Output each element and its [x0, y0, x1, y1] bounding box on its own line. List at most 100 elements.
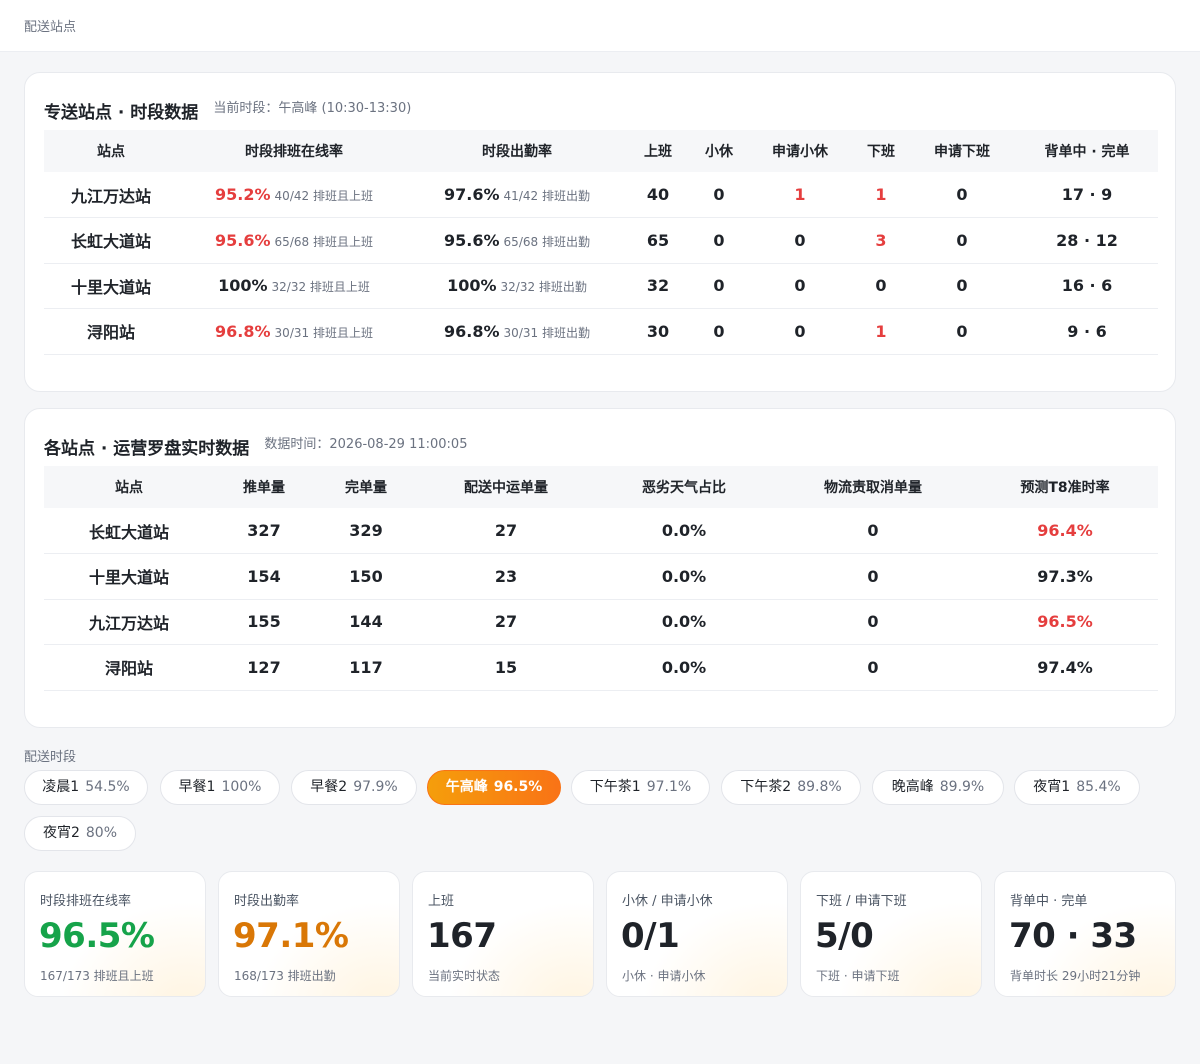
- stat-label: 小休 / 申请小休: [622, 894, 713, 909]
- stat-label: 背单中 · 完单: [1010, 894, 1088, 909]
- push-count: 154: [214, 553, 314, 600]
- online-rate: 95.6%: [215, 230, 271, 250]
- attendance-rate: 96.8%: [444, 321, 500, 341]
- period-rate: 80%: [85, 825, 118, 841]
- period-rate: 96.5%: [493, 779, 543, 795]
- online-detail: 40/42 排班且上班: [274, 189, 373, 203]
- stat-foot: 下班 · 申请下班: [816, 969, 900, 983]
- period-pill[interactable]: 早餐1 100%: [160, 770, 280, 805]
- stat-card-onduty: 上班 167 当前实时状态: [412, 871, 594, 997]
- period-name: 夜宵1: [1033, 779, 1071, 795]
- period-name: 晚高峰: [891, 779, 934, 795]
- table-row: 十里大道站 100% 32/32 排班且上班 100% 32/32 排班出勤 32 …: [44, 263, 1158, 309]
- stat-foot: 当前实时状态: [428, 969, 501, 983]
- push-count: 127: [214, 644, 314, 691]
- table-row: 十里大道站 154 150 23 0.0% 0 97.3%: [44, 553, 1158, 600]
- weather-ratio: 0.0%: [594, 599, 774, 645]
- period-rate: 85.4%: [1076, 779, 1121, 795]
- online-rate: 95.2%: [215, 185, 271, 204]
- period-rate: 97.1%: [646, 779, 692, 795]
- stat-value: 167: [427, 916, 497, 956]
- breadcrumb[interactable]: 配送站点: [24, 16, 76, 35]
- online-detail: 32/32 排班且上班: [271, 280, 370, 295]
- col-header: 站点: [44, 130, 178, 172]
- period-name: 夜宵2: [42, 825, 80, 841]
- done-count: 150: [314, 553, 418, 600]
- station-name: 长虹大道站: [44, 217, 178, 264]
- period-name: 下午茶1: [589, 779, 641, 795]
- period-pill-active[interactable]: 午高峰 96.5%: [427, 770, 561, 805]
- period-pill[interactable]: 凌晨1 54.5%: [24, 770, 148, 805]
- col-header: 物流责取消单量: [774, 466, 972, 508]
- stat-foot: 背单时长 29小时21分钟: [1010, 969, 1141, 983]
- period-pill[interactable]: 夜宵2 80%: [24, 816, 136, 851]
- onduty-count: 40: [624, 172, 692, 218]
- attendance-cell: 100% 32/32 排班出勤: [410, 263, 624, 309]
- col-header: 小休: [692, 130, 746, 172]
- rest-count: 0: [692, 308, 746, 355]
- col-header: 时段排班在线率: [178, 130, 410, 172]
- stat-value: 97.1%: [233, 916, 349, 956]
- off-count: 1: [854, 308, 908, 355]
- col-header: 下班: [854, 130, 908, 172]
- station-name: 浔阳站: [44, 644, 214, 691]
- stat-label: 时段出勤率: [234, 894, 300, 909]
- online-rate: 96.8%: [215, 321, 271, 341]
- stat-value: 0/1: [621, 916, 680, 956]
- station-name: 九江万达站: [44, 172, 178, 218]
- apply-rest-count: 1: [746, 172, 854, 218]
- apply-off-count: 0: [908, 263, 1016, 309]
- cancel-count: 0: [774, 508, 972, 554]
- station-name: 浔阳站: [44, 308, 178, 355]
- stat-value: 70 · 33: [1009, 916, 1137, 956]
- period-name: 下午茶2: [740, 779, 792, 795]
- attendance-cell: 97.6% 41/42 排班出勤: [410, 172, 624, 218]
- onduty-count: 30: [624, 308, 692, 355]
- carry-done: 16 · 6: [1016, 263, 1158, 309]
- period-name: 早餐2: [310, 779, 348, 795]
- compass-data-table: 站点 推单量 完单量 配送中运单量 恶劣天气占比 物流责取消单量 预测T8准时率…: [44, 466, 1158, 691]
- apply-rest-count: 0: [746, 217, 854, 264]
- apply-rest-count: 0: [746, 308, 854, 355]
- period-section-label: 配送时段: [24, 750, 77, 765]
- attendance-detail: 30/31 排班出勤: [503, 325, 590, 340]
- cancel-count: 0: [774, 553, 972, 600]
- period-pill[interactable]: 夜宵1 85.4%: [1014, 770, 1140, 805]
- attendance-rate: 97.6%: [444, 185, 500, 204]
- period-rate: 89.8%: [797, 779, 842, 795]
- col-header: 上班: [624, 130, 692, 172]
- carry-done: 28 · 12: [1016, 217, 1158, 264]
- stat-card-carry: 背单中 · 完单 70 · 33 背单时长 29小时21分钟: [994, 871, 1176, 997]
- weather-ratio: 0.0%: [594, 508, 774, 554]
- off-count: 1: [854, 172, 908, 218]
- rest-count: 0: [692, 263, 746, 309]
- stat-card-off: 下班 / 申请下班 5/0 下班 · 申请下班: [800, 871, 982, 997]
- card-title: 专送站点 · 时段数据: [44, 103, 199, 123]
- period-pill[interactable]: 晚高峰 89.9%: [872, 770, 1004, 805]
- col-header: 配送中运单量: [418, 466, 594, 508]
- push-count: 327: [214, 508, 314, 554]
- t8-rate: 97.4%: [972, 644, 1158, 691]
- col-header: 背单中 · 完单: [1016, 130, 1158, 172]
- data-timestamp: 数据时间：2026-08-29 11:00:05: [264, 437, 468, 452]
- period-pill[interactable]: 下午茶1 97.1%: [571, 770, 710, 805]
- col-header: 恶劣天气占比: [594, 466, 774, 508]
- online-rate-cell: 95.6% 65/68 排班且上班: [178, 217, 410, 264]
- t8-rate: 96.4%: [972, 508, 1158, 554]
- table-row: 浔阳站 96.8% 30/31 排班且上班 96.8% 30/31 排班出勤 30 …: [44, 308, 1158, 355]
- push-count: 155: [214, 599, 314, 645]
- period-pill[interactable]: 早餐2 97.9%: [291, 770, 417, 805]
- table-row: 浔阳站 127 117 15 0.0% 0 97.4%: [44, 644, 1158, 691]
- station-name: 十里大道站: [44, 553, 214, 600]
- table-row: 长虹大道站 95.6% 65/68 排班且上班 95.6% 65/68 排班出勤 6…: [44, 217, 1158, 264]
- off-count: 0: [854, 263, 908, 309]
- stat-foot: 167/173 排班且上班: [40, 969, 154, 983]
- stat-label: 时段排班在线率: [40, 894, 132, 909]
- col-header: 时段出勤率: [410, 130, 624, 172]
- online-rate-cell: 100% 32/32 排班且上班: [178, 263, 410, 309]
- period-pill[interactable]: 下午茶2 89.8%: [721, 770, 861, 805]
- col-header: 申请下班: [908, 130, 1016, 172]
- top-bar: 配送站点: [0, 0, 1200, 52]
- stat-foot: 小休 · 申请小休: [622, 969, 706, 983]
- rest-count: 0: [692, 217, 746, 264]
